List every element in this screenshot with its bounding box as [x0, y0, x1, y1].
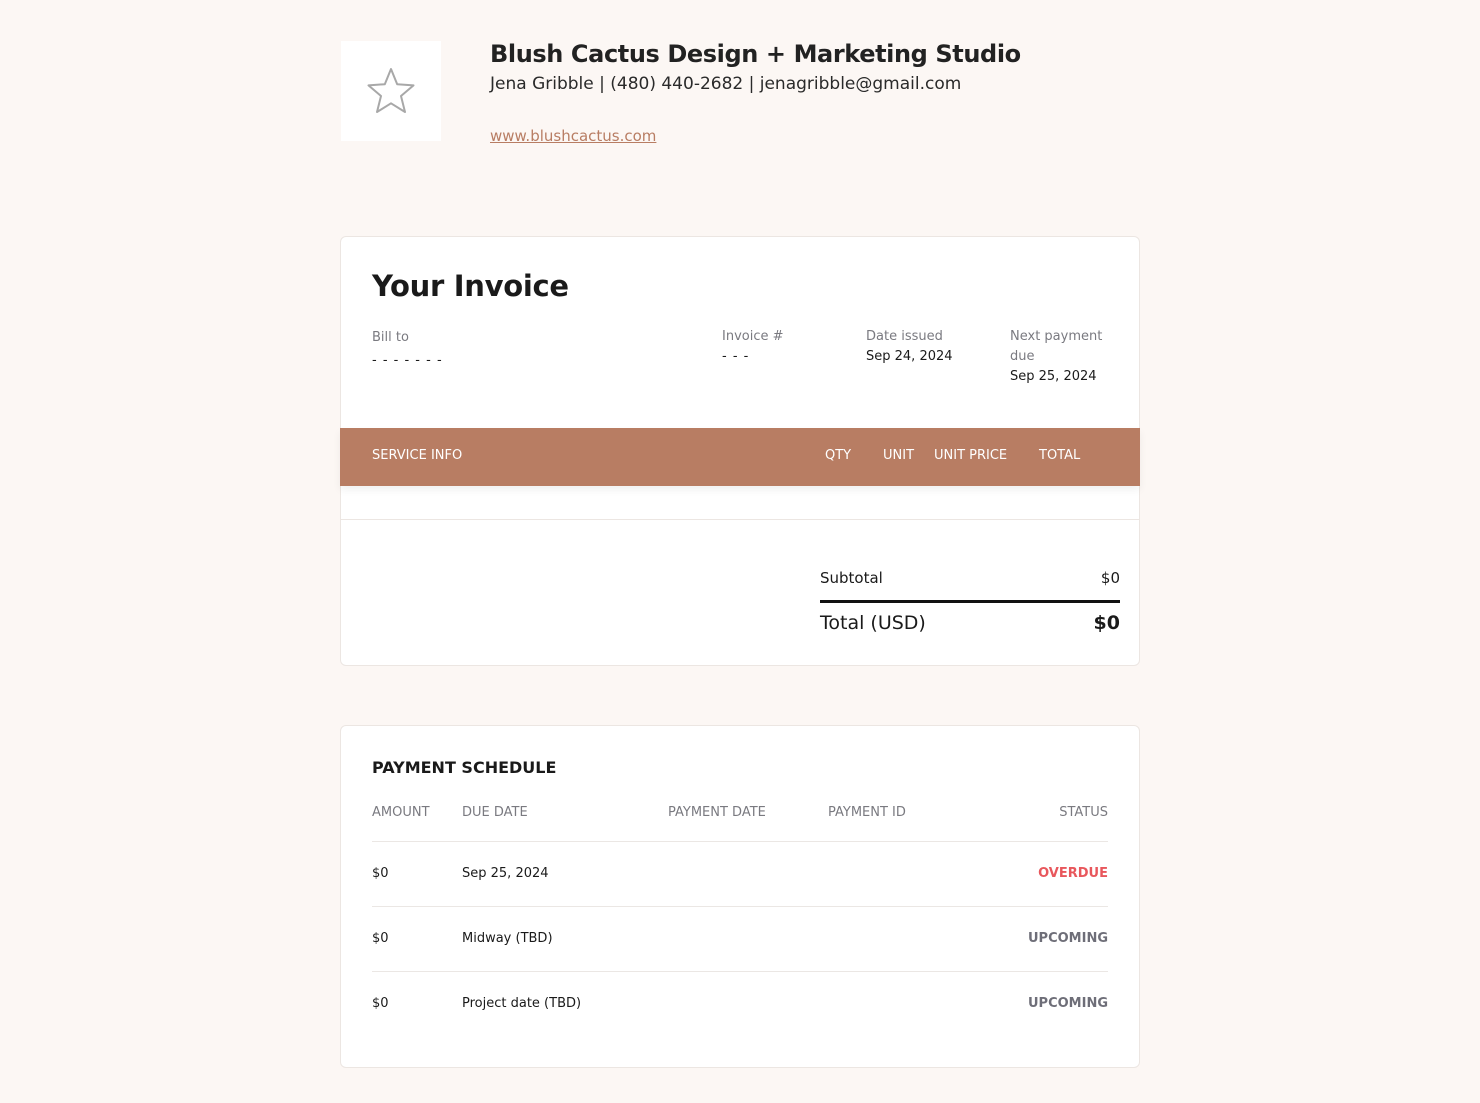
invoice-title: Your Invoice	[372, 269, 569, 303]
star-icon	[367, 68, 415, 113]
date-issued-value: Sep 24, 2024	[866, 349, 953, 364]
col-qty: QTY	[825, 448, 852, 463]
next-payment-label-line2: due	[1010, 349, 1035, 364]
table-divider	[340, 519, 1140, 520]
payment-schedule-card: PAYMENT SCHEDULE AMOUNT DUE DATE PAYMENT…	[340, 725, 1140, 1068]
subtotal-value: $0	[1100, 569, 1120, 587]
invoice-card: Your Invoice Bill to - - - - - - - Invoi…	[340, 236, 1140, 666]
subtotal-label: Subtotal	[820, 569, 883, 587]
row-due-date: Project date (TBD)	[462, 996, 582, 1011]
studio-name: Blush Cactus Design + Marketing Studio	[490, 40, 1021, 68]
contact-line: Jena Gribble | (480) 440-2682 | jenagrib…	[490, 74, 962, 94]
col-payment-id: PAYMENT ID	[828, 805, 906, 820]
row-amount: $0	[372, 996, 389, 1011]
col-due-date: DUE DATE	[462, 805, 528, 820]
col-unit-price: UNIT PRICE	[934, 448, 1008, 463]
bill-to-label: Bill to	[372, 330, 409, 345]
row-amount: $0	[372, 931, 389, 946]
col-status: STATUS	[1059, 805, 1108, 820]
col-total: TOTAL	[1039, 448, 1081, 463]
invoice-number-label: Invoice #	[722, 329, 784, 344]
schedule-row: $0 Midway (TBD) UPCOMING	[372, 906, 1108, 971]
row-due-date: Midway (TBD)	[462, 931, 553, 946]
date-issued-label: Date issued	[866, 329, 943, 344]
website-link[interactable]: www.blushcactus.com	[490, 127, 656, 145]
payment-schedule-title: PAYMENT SCHEDULE	[372, 758, 557, 777]
next-payment-value: Sep 25, 2024	[1010, 369, 1097, 384]
status-badge: UPCOMING	[1028, 996, 1108, 1011]
next-payment-label: Next payment due	[1010, 327, 1102, 367]
row-due-date: Sep 25, 2024	[462, 866, 549, 881]
business-logo	[341, 41, 441, 141]
status-badge: UPCOMING	[1028, 931, 1108, 946]
invoice-number-value: - - -	[722, 349, 750, 364]
total-divider	[820, 600, 1120, 603]
business-header: Blush Cactus Design + Marketing Studio J…	[340, 40, 1140, 150]
col-unit: UNIT	[883, 448, 915, 463]
col-amount: AMOUNT	[372, 805, 430, 820]
total-label: Total (USD)	[820, 612, 926, 634]
next-payment-label-line1: Next payment	[1010, 329, 1103, 344]
bill-to-value: - - - - - - -	[372, 353, 443, 368]
row-amount: $0	[372, 866, 389, 881]
service-table-header: SERVICE INFO QTY UNIT UNIT PRICE TOTAL	[340, 428, 1140, 486]
total-value: $0	[1093, 612, 1120, 634]
schedule-row: $0 Sep 25, 2024 OVERDUE	[372, 841, 1108, 906]
col-service-info: SERVICE INFO	[372, 448, 463, 463]
col-payment-date: PAYMENT DATE	[668, 805, 766, 820]
schedule-row: $0 Project date (TBD) UPCOMING	[372, 971, 1108, 1036]
status-badge: OVERDUE	[1038, 866, 1108, 881]
